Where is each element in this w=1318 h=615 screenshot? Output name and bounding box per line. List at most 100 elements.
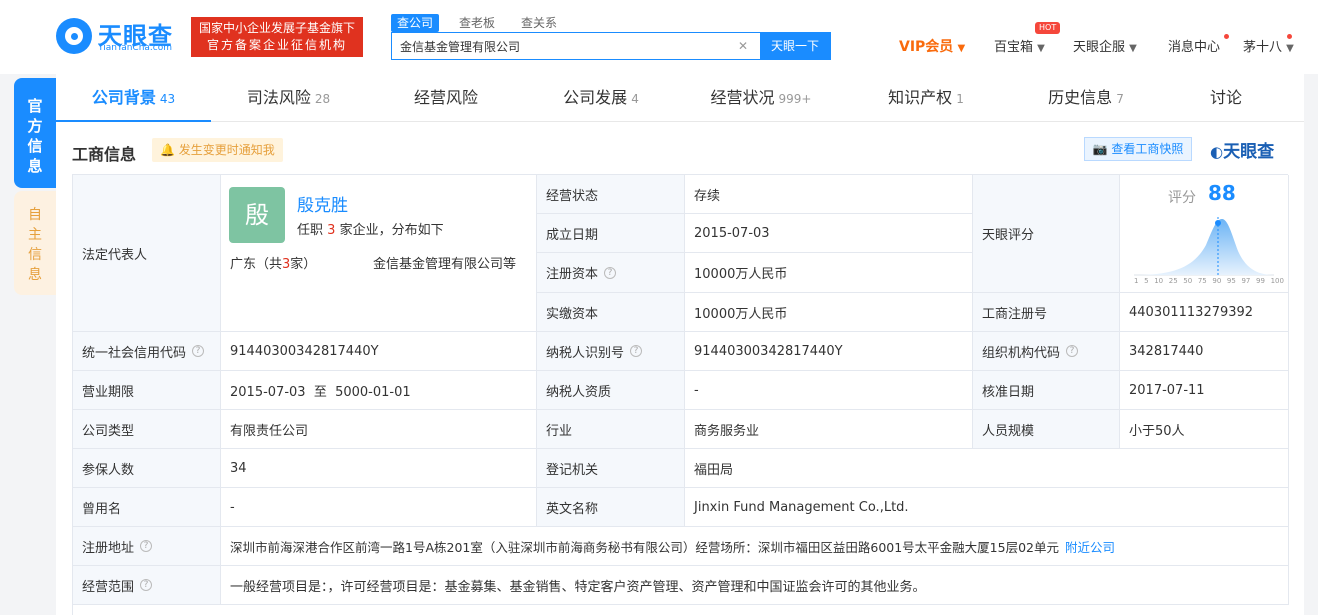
user-name: 茅十八 bbox=[1243, 40, 1283, 55]
credit-code-label-cell: 统一社会信用代码? bbox=[73, 332, 221, 371]
score-label: 天眼评分 bbox=[973, 175, 1120, 293]
help-icon[interactable]: ? bbox=[192, 345, 205, 357]
caret-down-icon: ▼ bbox=[957, 43, 966, 54]
info-count: 3 bbox=[327, 223, 336, 238]
former-label: 曾用名 bbox=[73, 488, 221, 527]
brand-label: 天眼查 bbox=[1223, 142, 1275, 162]
tab-discussion[interactable]: 讨论 bbox=[1166, 74, 1286, 122]
brand-icon: ◐ bbox=[1210, 143, 1224, 161]
message-label: 消息中心 bbox=[1168, 40, 1221, 55]
search-type-tabs: 查公司 查老板 查关系 bbox=[391, 14, 577, 32]
taxpayer-id-label-cell: 纳税人识别号? bbox=[537, 332, 685, 371]
logo-domain: TianYanCha.com bbox=[98, 43, 173, 53]
help-icon[interactable]: ? bbox=[630, 345, 643, 357]
search-button[interactable]: 天眼一下 bbox=[760, 33, 830, 59]
paid-capital-label: 实缴资本 bbox=[537, 293, 685, 332]
tab-label: 司法风险 bbox=[246, 88, 311, 107]
org-code-label: 组织机构代码 bbox=[982, 345, 1061, 361]
search-box: ✕ 天眼一下 bbox=[391, 32, 831, 60]
legal-rep-cell: 殷 殷克胜 任职 3 家企业，分布如下 广东（共3家） 金信基金管理有限公司等 bbox=[221, 175, 537, 332]
tab-operating-risk[interactable]: 经营风险 bbox=[366, 74, 526, 122]
address-label-cell: 注册地址? bbox=[73, 527, 221, 566]
treasure-menu[interactable]: 百宝箱 ▼ bbox=[994, 36, 1045, 55]
hot-badge: HOT bbox=[1035, 22, 1061, 34]
former-value: - bbox=[221, 488, 537, 527]
section-title: 工商信息 bbox=[72, 145, 137, 164]
tianyancha-brand: ◐天眼查 bbox=[1210, 137, 1274, 162]
tab-label: 公司背景 bbox=[91, 88, 156, 107]
caret-down-icon: ▼ bbox=[1129, 43, 1137, 54]
bell-icon: 🔔 bbox=[160, 143, 175, 157]
enterprise-menu[interactable]: 天眼企服 ▼ bbox=[1073, 36, 1137, 55]
search-input[interactable] bbox=[392, 33, 760, 59]
credit-code-label: 统一社会信用代码 bbox=[82, 345, 187, 361]
user-dot bbox=[1287, 34, 1292, 39]
search-tab-boss[interactable]: 查老板 bbox=[453, 14, 501, 32]
notify-change-button[interactable]: 🔔 发生变更时通知我 bbox=[152, 138, 283, 162]
treasure-label: 百宝箱 bbox=[994, 40, 1034, 55]
industry-value: 商务服务业 bbox=[685, 410, 973, 449]
tab-judicial-risk[interactable]: 司法风险 28 bbox=[211, 74, 366, 122]
tianyancha-logo[interactable]: 天眼查 TianYanCha.com bbox=[56, 16, 180, 56]
axis-tick: 99 bbox=[1256, 277, 1265, 285]
message-center[interactable]: 消息中心 bbox=[1168, 36, 1220, 55]
caret-down-icon: ▼ bbox=[1037, 43, 1045, 54]
side-tab-official[interactable]: 官方信息 bbox=[14, 78, 56, 188]
avatar: 殷 bbox=[229, 187, 285, 243]
tab-company-development[interactable]: 公司发展 4 bbox=[526, 74, 676, 122]
reg-capital-label-cell: 注册资本? bbox=[537, 253, 685, 293]
search-tab-relation[interactable]: 查关系 bbox=[515, 14, 563, 32]
vip-menu[interactable]: VIP会员 ▼ bbox=[899, 36, 965, 56]
help-icon[interactable]: ? bbox=[140, 540, 153, 552]
help-icon[interactable]: ? bbox=[1066, 345, 1079, 357]
official-badge: 国家中小企业发展子基金旗下 官方备案企业征信机构 bbox=[191, 17, 363, 57]
snapshot-button[interactable]: 📷 查看工商快照 bbox=[1084, 137, 1192, 161]
axis-tick: 25 bbox=[1168, 277, 1178, 285]
business-info-table: 法定代表人 殷 殷克胜 任职 3 家企业，分布如下 广东（共3家） 金信基金管理… bbox=[72, 174, 1289, 615]
caret-down-icon: ▼ bbox=[1286, 43, 1294, 54]
score-value: 88 bbox=[1208, 181, 1236, 205]
insured-label: 参保人数 bbox=[73, 449, 221, 488]
axis-tick: 1 bbox=[1134, 277, 1139, 285]
legal-rep-companies[interactable]: 金信基金管理有限公司等 bbox=[373, 253, 516, 272]
tab-count: 1 bbox=[956, 92, 964, 106]
axis-tick: 5 bbox=[1144, 277, 1149, 285]
help-icon[interactable]: ? bbox=[604, 266, 617, 279]
user-menu[interactable]: 茅十八 ▼ bbox=[1243, 36, 1294, 55]
score-axis: 1 5 10 25 50 75 90 95 97 99 100 bbox=[1134, 277, 1284, 285]
search-tab-company[interactable]: 查公司 bbox=[391, 14, 440, 32]
legal-rep-name[interactable]: 殷克胜 bbox=[297, 191, 348, 216]
tab-operating-status[interactable]: 经营状况 999+ bbox=[676, 74, 846, 122]
taxpayer-id-value: 91440300342817440Y bbox=[685, 332, 973, 371]
authority-value: 福田局 bbox=[685, 449, 1289, 488]
axis-tick: 95 bbox=[1226, 277, 1236, 285]
top-header: 天眼查 TianYanCha.com 国家中小企业发展子基金旗下 官方备案企业征… bbox=[0, 0, 1318, 74]
tab-history[interactable]: 历史信息 7 bbox=[1006, 74, 1166, 122]
staff-label: 人员规模 bbox=[973, 410, 1120, 449]
info-prefix: 任职 bbox=[297, 223, 324, 238]
help-icon[interactable]: ? bbox=[140, 579, 153, 591]
term-label: 营业期限 bbox=[73, 371, 221, 410]
legal-rep-area[interactable]: 广东（共3家） bbox=[230, 253, 316, 272]
founded-value: 2015-07-03 bbox=[685, 214, 973, 253]
taxpayer-qual-value: - bbox=[685, 371, 973, 410]
tab-company-background[interactable]: 公司背景 43 bbox=[56, 74, 211, 122]
snapshot-label: 查看工商快照 bbox=[1111, 142, 1184, 156]
tab-ip[interactable]: 知识产权 1 bbox=[846, 74, 1006, 122]
axis-tick: 50 bbox=[1183, 277, 1193, 285]
status-label: 经营状态 bbox=[537, 175, 685, 214]
score-distribution-chart bbox=[1134, 217, 1274, 276]
type-value: 有限责任公司 bbox=[221, 410, 537, 449]
nearby-companies-link[interactable]: 附近公司 bbox=[1065, 537, 1115, 556]
area-prefix: 广东（共 bbox=[230, 257, 283, 272]
tab-count: 43 bbox=[159, 92, 176, 106]
authority-label: 登记机关 bbox=[537, 449, 685, 488]
clear-icon[interactable]: ✕ bbox=[736, 39, 750, 53]
side-tab-self-label: 自主信息 bbox=[28, 207, 42, 283]
approve-value: 2017-07-11 bbox=[1120, 371, 1289, 410]
score-cell[interactable]: 评分 88 1 5 10 25 50 75 90 95 97 99 100 bbox=[1120, 175, 1289, 293]
type-label: 公司类型 bbox=[73, 410, 221, 449]
founded-label: 成立日期 bbox=[537, 214, 685, 253]
tab-label: 经营风险 bbox=[413, 88, 478, 107]
side-tab-self[interactable]: 自主信息 bbox=[14, 191, 56, 295]
